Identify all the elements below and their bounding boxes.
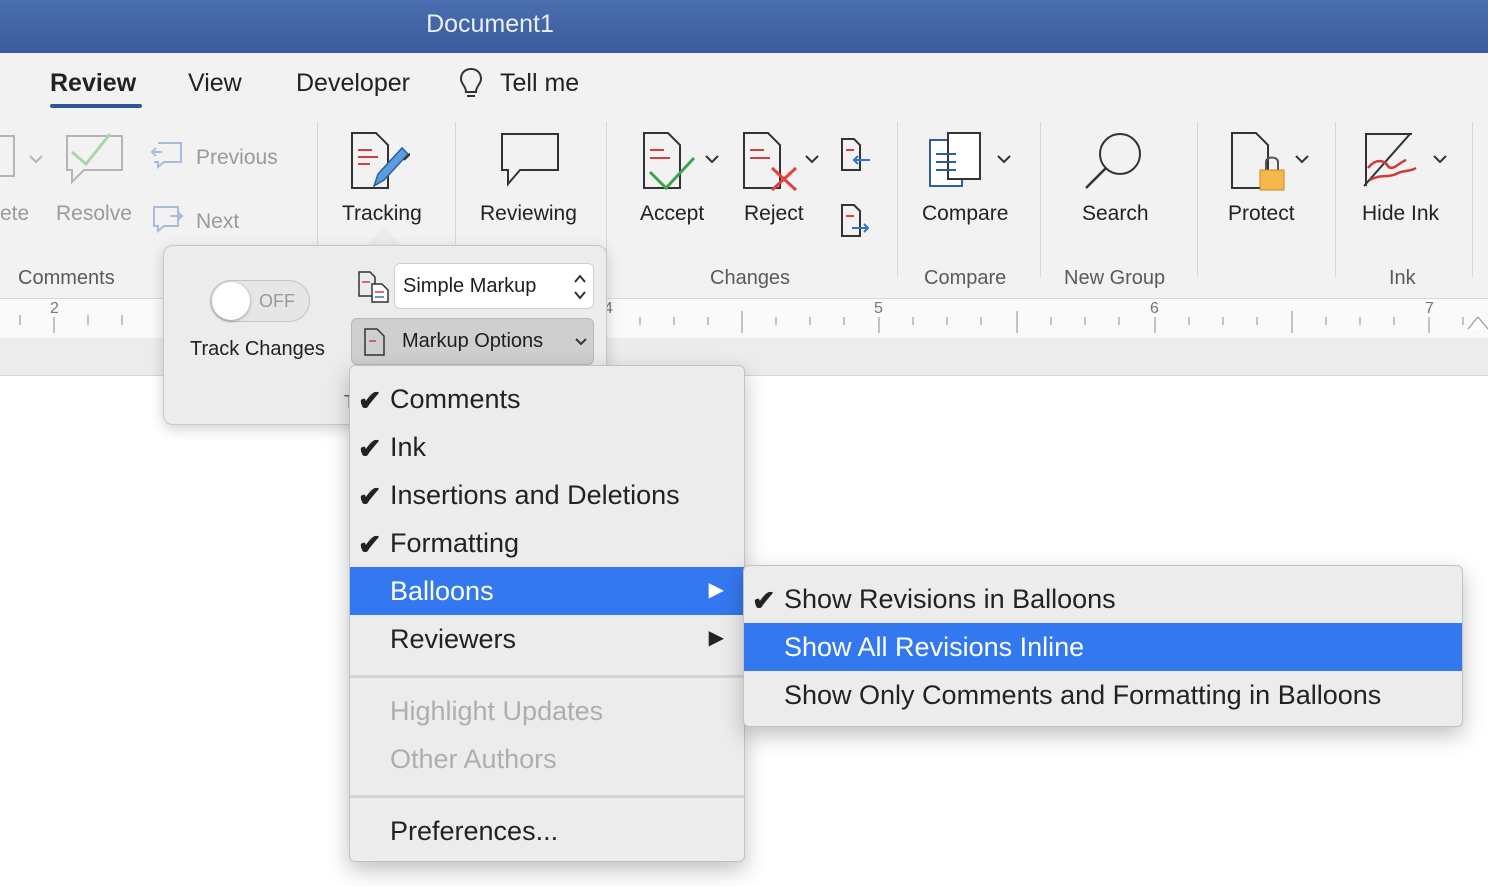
title-bar: Document1 [0,0,1488,53]
compare-group-label: Compare [924,267,1007,289]
tell-me-search[interactable]: Tell me [500,69,579,98]
protect-button[interactable]: Protect [1228,202,1295,226]
menu-item-highlight-updates: Highlight Updates [390,696,604,726]
resolve-comment-icon[interactable] [62,130,128,191]
display-for-review-select[interactable]: Simple Markup [394,263,594,309]
divider [455,122,456,252]
markup-options-menu: ✔ Comments ✔ Ink ✔ Insertions and Deleti… [349,365,745,862]
popover-pointer [366,227,402,246]
search-button[interactable]: Search [1082,202,1149,226]
previous-comment-icon[interactable] [150,140,184,175]
menu-separator [350,795,744,798]
next-label[interactable]: Next [196,210,239,234]
reviewing-icon[interactable] [498,130,562,193]
menu-item-show-revisions-in-balloons[interactable]: ✔ Show Revisions in Balloons [744,575,1462,623]
checkmark-icon: ✔ [752,585,776,616]
submenu-arrow-icon: ▶ [708,579,724,601]
next-comment-icon[interactable] [150,204,184,239]
track-changes-label: Track Changes [190,338,325,360]
active-tab-indicator [50,104,142,108]
menu-item-other-authors: Other Authors [390,744,557,774]
tab-review[interactable]: Review [50,69,136,98]
menu-item-balloons[interactable]: Balloons ▶ [350,567,744,615]
delete-label: ete [0,202,30,225]
reject-icon[interactable] [740,130,822,199]
previous-label[interactable]: Previous [196,146,278,170]
toggle-state-label: OFF [259,291,295,311]
ruler-number: 2 [50,300,59,317]
divider [317,122,318,252]
markup-options-label: Markup Options [402,330,544,352]
tracking-button[interactable]: Tracking [342,202,422,226]
divider [897,122,898,277]
ruler-number: 7 [1425,300,1434,317]
resolve-label: Resolve [56,202,132,225]
compare-button[interactable]: Compare [922,202,1008,226]
ruler-number: 6 [1150,300,1159,317]
menu-item-preferences[interactable]: Preferences... [350,807,744,855]
ink-group-label: Ink [1389,267,1416,289]
compare-icon[interactable] [926,130,1016,195]
tracking-icon[interactable] [348,130,417,197]
tab-view[interactable]: View [188,69,242,98]
lightbulb-icon [458,66,484,107]
menu-item-insertions-deletions[interactable]: ✔ Insertions and Deletions [350,471,744,519]
menu-item-comments[interactable]: ✔ Comments [350,375,744,423]
menu-item-formatting[interactable]: ✔ Formatting [350,519,744,567]
reviewing-button[interactable]: Reviewing [480,202,577,226]
divider [606,122,607,252]
checkmark-icon: ✔ [358,529,382,560]
toggle-knob [212,282,250,320]
hide-ink-icon[interactable] [1362,130,1452,195]
protect-icon[interactable] [1228,130,1314,199]
submenu-arrow-icon: ▶ [708,627,724,649]
balloons-submenu: ✔ Show Revisions in Balloons Show All Re… [743,565,1463,727]
next-change-icon[interactable] [838,202,872,245]
display-for-review-value: Simple Markup [403,275,537,297]
menu-item-ink[interactable]: ✔ Ink [350,423,744,471]
changes-group-label: Changes [710,267,791,289]
chevron-down-icon [575,338,587,346]
reject-button[interactable]: Reject [744,202,804,226]
delete-comment-icon[interactable] [0,134,46,187]
comments-group-label: Comments [18,267,115,289]
tab-developer[interactable]: Developer [296,69,410,98]
checkmark-icon: ✔ [358,385,382,416]
divider [1335,122,1336,277]
track-changes-toggle[interactable]: OFF [210,280,310,322]
hide-ink-button[interactable]: Hide Ink [1362,202,1439,226]
markup-options-button[interactable]: Markup Options [351,318,594,365]
stepper-arrows-icon [574,274,586,300]
search-icon[interactable] [1084,130,1146,197]
menu-item-reviewers[interactable]: Reviewers ▶ [350,615,744,663]
previous-change-icon[interactable] [838,136,872,179]
divider [1040,122,1041,277]
display-for-review-icon [356,270,392,309]
accept-button[interactable]: Accept [640,202,704,226]
new-group-label: New Group [1064,267,1166,289]
window-title: Document1 [426,10,554,38]
checkmark-icon: ✔ [358,433,382,464]
divider [1472,122,1473,277]
menu-item-show-only-comments-formatting[interactable]: Show Only Comments and Formatting in Bal… [744,671,1462,719]
markup-options-icon [364,328,385,356]
checkmark-icon: ✔ [358,481,382,512]
menu-item-show-all-revisions-inline[interactable]: Show All Revisions Inline [744,623,1462,671]
divider [1197,122,1198,277]
ruler-number: 5 [874,300,883,317]
accept-icon[interactable] [640,130,722,199]
menu-separator [350,675,744,678]
